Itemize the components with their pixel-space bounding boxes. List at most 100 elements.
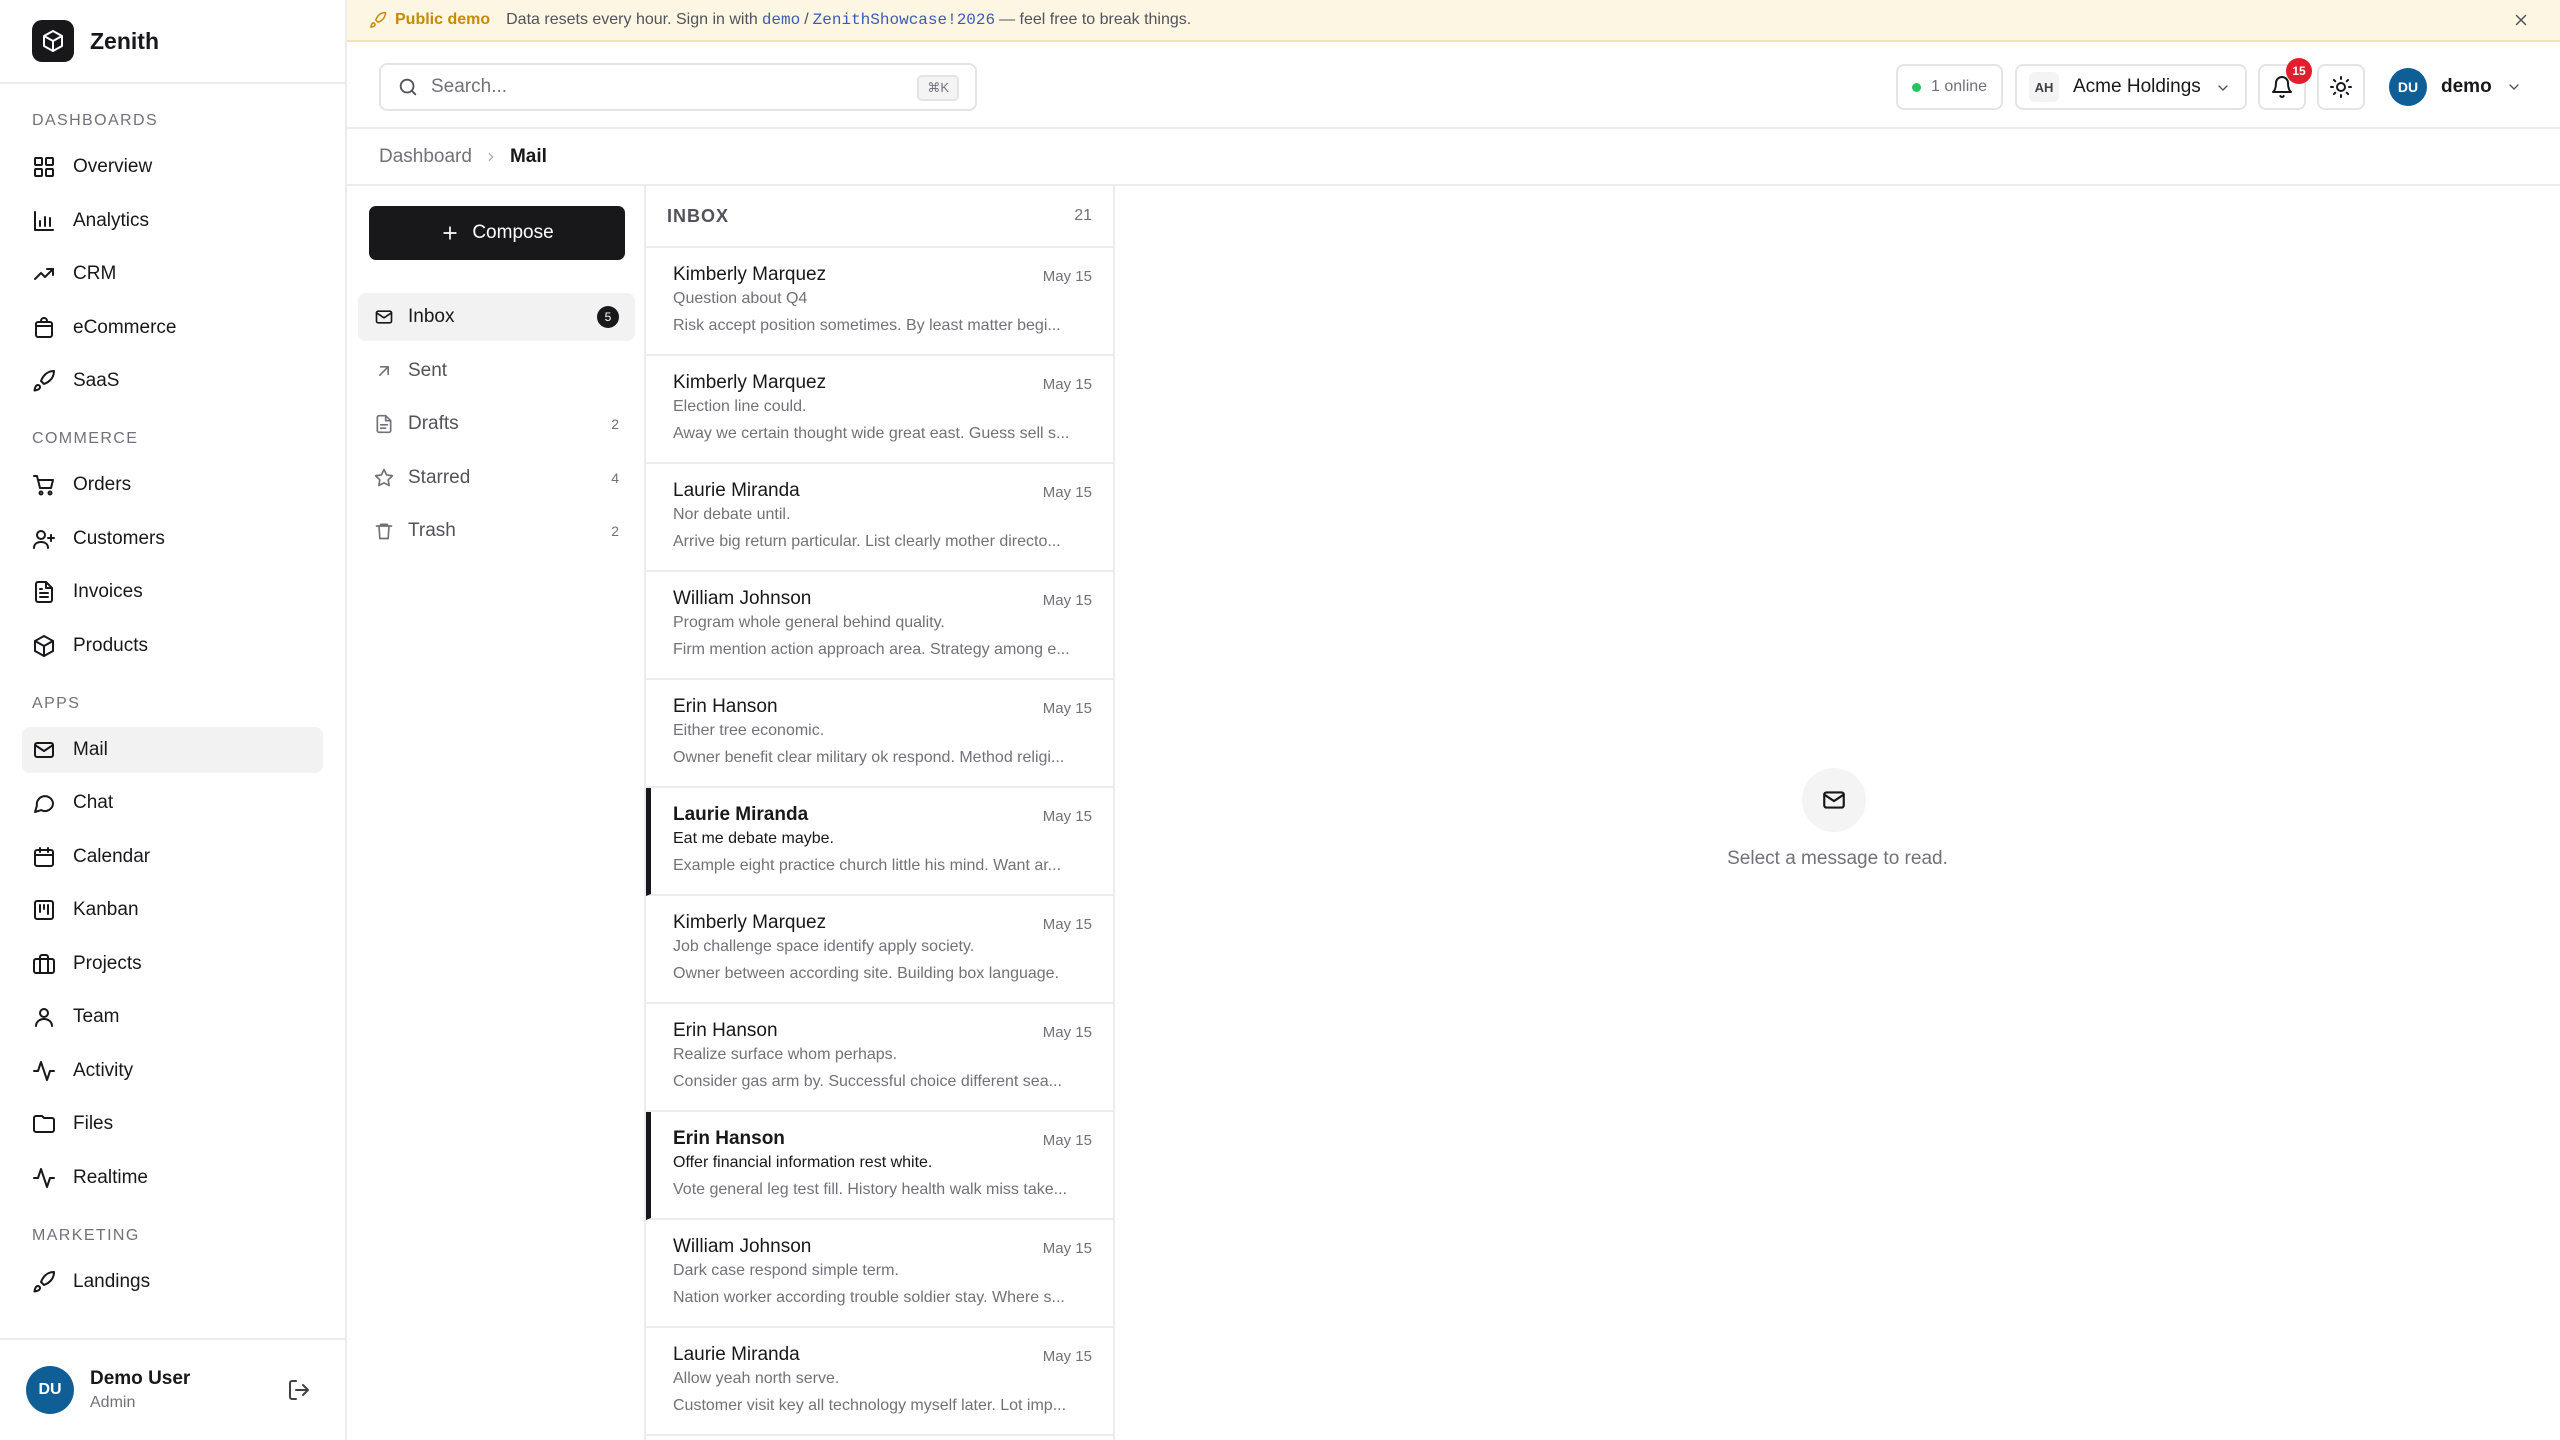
sidebar-user: DU Demo User Admin xyxy=(0,1338,347,1440)
folder-trash[interactable]: Trash 2 xyxy=(358,507,635,555)
sidebar-item-projects[interactable]: Projects xyxy=(22,941,323,987)
breadcrumb: Dashboard Mail xyxy=(347,129,2560,186)
briefcase-icon xyxy=(32,952,73,976)
nav-section-title: APPS xyxy=(32,694,81,712)
banner-text-after: — feel free to break things. xyxy=(999,11,1192,28)
list-item[interactable]: Erin Hanson May 15 Offer financial informa… xyxy=(646,1112,1113,1220)
sidebar-item-analytics[interactable]: Analytics xyxy=(22,198,323,244)
message-date: May 15 xyxy=(1042,1024,1092,1041)
list-item[interactable]: Kimberly Marquez May 15 Job challenge spac… xyxy=(646,896,1113,1004)
nav-section-title: MARKETING xyxy=(32,1226,140,1244)
sidebar-item-saas[interactable]: SaaS xyxy=(22,358,323,404)
folder-count: 4 xyxy=(611,469,619,486)
sidebar-item-landings[interactable]: Landings xyxy=(22,1259,323,1305)
list-item[interactable]: William Johnson May 15 Dark case respond s… xyxy=(646,1220,1113,1328)
logout-icon[interactable] xyxy=(287,1378,311,1402)
message-subject: Offer financial information rest white. xyxy=(673,1154,933,1171)
plus-icon xyxy=(440,223,472,243)
message-subject: Election line could. xyxy=(673,398,807,415)
list-header: INBOX 21 xyxy=(646,186,1113,248)
file-text-icon xyxy=(32,580,73,604)
sidebar-item-crm[interactable]: CRM xyxy=(22,251,323,297)
message-sender: Erin Hanson xyxy=(673,1128,785,1149)
mail-icon xyxy=(1802,768,1866,832)
folder-drafts[interactable]: Drafts 2 xyxy=(358,400,635,448)
sidebar-nav: DASHBOARDS Overview Analytics CRM eCommerce S… xyxy=(0,84,345,1305)
reading-pane: Select a message to read. xyxy=(1115,186,2560,1440)
sidebar-item-label: Customers xyxy=(73,527,165,549)
list-item[interactable]: Laurie Miranda May 15 Nor debate until. Arr… xyxy=(646,464,1113,572)
breadcrumb-dashboard[interactable]: Dashboard xyxy=(379,146,472,168)
folder-label: Starred xyxy=(408,466,471,488)
sidebar-item-label: Chat xyxy=(73,792,114,813)
sidebar-item-label: SaaS xyxy=(73,370,120,391)
close-icon[interactable] xyxy=(2512,11,2530,29)
message-date: May 15 xyxy=(1042,376,1092,393)
message-sender: Kimberly Marquez xyxy=(673,372,827,393)
list-item[interactable]: Laurie Miranda May 15 Eat me debate maybe.… xyxy=(646,788,1113,896)
sidebar-item-realtime[interactable]: Realtime xyxy=(22,1155,323,1201)
sidebar-item-customers[interactable]: Customers xyxy=(22,516,323,562)
sidebar-item-invoices[interactable]: Invoices xyxy=(22,569,323,615)
file-icon xyxy=(374,414,408,434)
message-subject: Realize surface whom perhaps. xyxy=(673,1046,898,1063)
shopping-bag-icon xyxy=(32,316,73,340)
list-title: INBOX xyxy=(667,205,730,226)
app-name: Zenith xyxy=(90,27,159,54)
folder-sent[interactable]: Sent xyxy=(358,347,635,395)
sidebar-item-label: eCommerce xyxy=(73,316,177,338)
message-preview: Consider gas arm by. Successful choice d… xyxy=(673,1073,1062,1090)
sidebar-item-label: Overview xyxy=(73,156,153,177)
theme-toggle-button[interactable] xyxy=(2317,64,2365,110)
rocket-icon xyxy=(32,369,73,393)
list-item[interactable]: Erin Hanson May 15 Realize surface whom pe… xyxy=(646,1004,1113,1112)
folder-label: Inbox xyxy=(408,306,455,327)
sidebar-item-label: Files xyxy=(73,1113,114,1134)
message-preview: Example eight practice church little his… xyxy=(673,857,1062,874)
rocket-icon xyxy=(32,1270,73,1294)
user-menu-name: demo xyxy=(2441,76,2492,97)
sidebar-item-chat[interactable]: Chat xyxy=(22,780,323,826)
folder-inbox[interactable]: Inbox 5 xyxy=(358,293,635,341)
rocket-icon xyxy=(369,11,387,29)
banner-password: ZenithShowcase!2026 xyxy=(812,11,996,29)
org-switcher[interactable]: AH Acme Holdings xyxy=(2015,64,2247,110)
list-item[interactable]: Kimberly Marquez May 15 Election line coul… xyxy=(646,356,1113,464)
folder-icon xyxy=(32,1112,73,1136)
sidebar-item-label: Analytics xyxy=(73,209,150,231)
sidebar-item-overview[interactable]: Overview xyxy=(22,144,323,190)
sidebar-item-label: Realtime xyxy=(73,1166,148,1188)
sidebar-item-ecommerce[interactable]: eCommerce xyxy=(22,305,323,351)
user-role: Admin xyxy=(90,1394,136,1411)
brand[interactable]: Zenith xyxy=(0,0,345,84)
sidebar-item-orders[interactable]: Orders xyxy=(22,462,323,508)
user-name: Demo User xyxy=(90,1368,191,1389)
notifications-button[interactable]: 15 xyxy=(2258,58,2312,110)
sidebar-item-activity[interactable]: Activity xyxy=(22,1048,323,1094)
sidebar-item-mail[interactable]: Mail xyxy=(22,726,323,773)
message-preview: Owner benefit clear military ok respond.… xyxy=(673,749,1065,766)
message-preview: Owner between according site. Building b… xyxy=(673,965,1060,982)
empty-state-text: Select a message to read. xyxy=(1727,848,1948,869)
folder-starred[interactable]: Starred 4 xyxy=(358,454,635,502)
list-item[interactable]: William Johnson May 15 Program whole gener… xyxy=(646,572,1113,680)
breadcrumb-current: Mail xyxy=(509,145,547,167)
message-list: INBOX 21 Kimberly Marquez May 15 Question … xyxy=(646,186,1115,1440)
list-item[interactable]: Laurie Miranda May 15 Allow yeah north ser… xyxy=(646,1328,1113,1436)
message-sender: William Johnson xyxy=(673,1236,812,1257)
message-preview: Risk accept position sometimes. By least… xyxy=(673,317,1061,334)
search-box[interactable]: ⌘K xyxy=(379,63,977,111)
avatar[interactable]: DU xyxy=(26,1366,74,1414)
message-subject: Either tree economic. xyxy=(673,722,825,739)
sidebar-item-kanban[interactable]: Kanban xyxy=(22,887,323,933)
sidebar-item-products[interactable]: Products xyxy=(22,623,323,669)
message-sender: Kimberly Marquez xyxy=(673,912,827,933)
list-item[interactable]: Kimberly Marquez May 15 Question about Q4 R… xyxy=(646,248,1113,356)
compose-button[interactable]: Compose xyxy=(369,206,625,260)
sidebar-item-files[interactable]: Files xyxy=(22,1101,323,1147)
sidebar-item-team[interactable]: Team xyxy=(22,994,323,1040)
list-item[interactable]: Erin Hanson May 15 Either tree economic. Ow… xyxy=(646,680,1113,788)
sidebar-item-calendar[interactable]: Calendar xyxy=(22,834,323,880)
user-menu[interactable]: DU demo xyxy=(2389,64,2522,110)
search-input[interactable] xyxy=(431,76,891,98)
